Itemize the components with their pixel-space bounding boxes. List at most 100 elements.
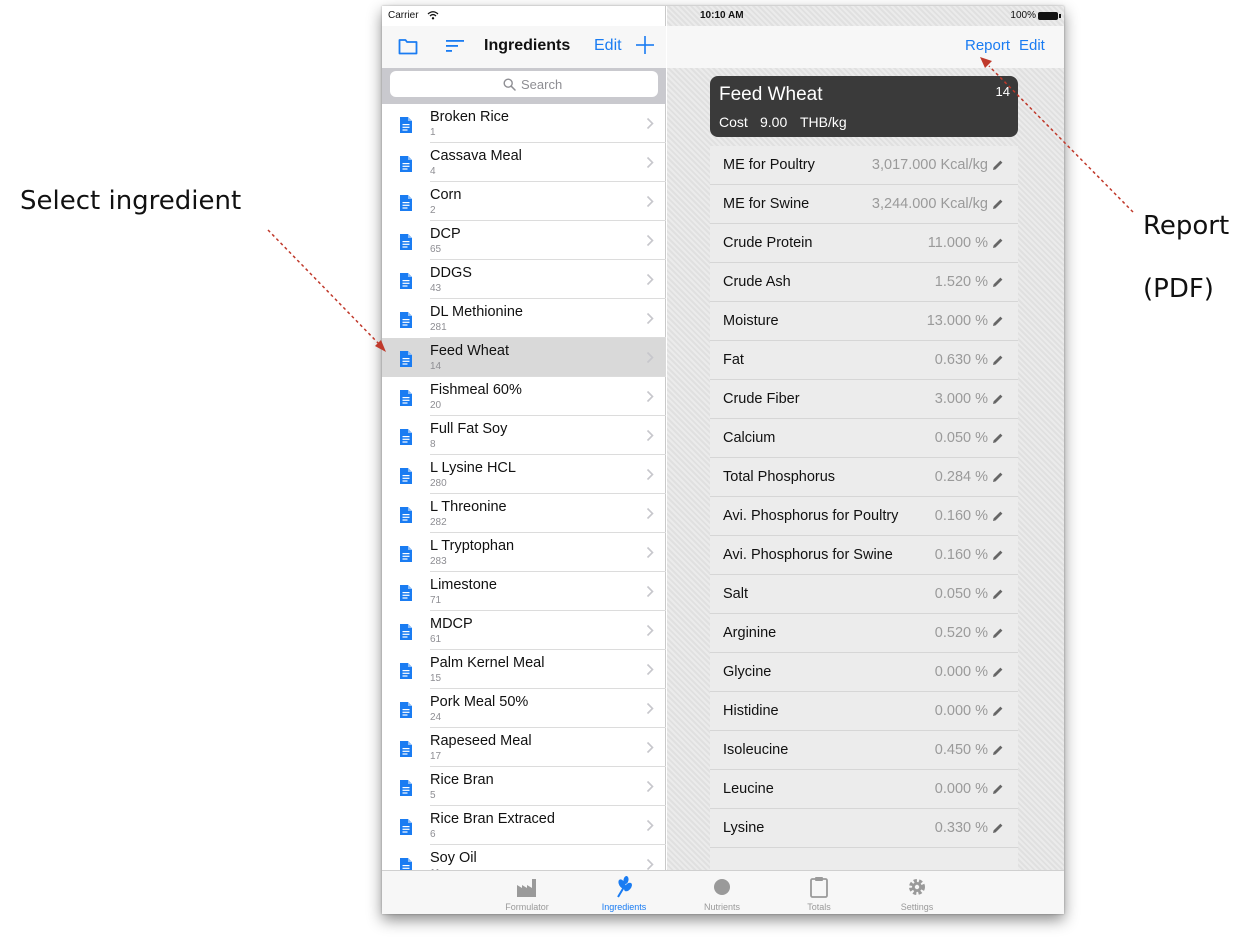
pencil-icon[interactable]	[992, 354, 1004, 366]
nutrient-row[interactable]: Salt 0.050 %	[710, 575, 1018, 614]
tab-label: Nutrients	[703, 902, 740, 912]
ingredient-row[interactable]: DDGS 43	[382, 260, 666, 299]
tab-settings[interactable]: Settings	[882, 871, 952, 914]
nutrient-row[interactable]: ME for Poultry 3,017.000 Kcal/kg	[710, 146, 1018, 185]
nutrient-row[interactable]: Arginine 0.520 %	[710, 614, 1018, 653]
nutrient-row[interactable]: Total Phosphorus 0.284 %	[710, 458, 1018, 497]
tab-nutrients[interactable]: Nutrients	[687, 871, 757, 914]
ingredient-row[interactable]: Limestone 71	[382, 572, 666, 611]
ingredient-row[interactable]: DL Methionine 281	[382, 299, 666, 338]
ingredient-row[interactable]: Broken Rice 1	[382, 104, 666, 143]
report-button[interactable]: Report	[965, 37, 1010, 54]
cost-value: 9.00	[760, 114, 788, 130]
pencil-icon[interactable]	[992, 237, 1004, 249]
ingredient-row[interactable]: Rice Bran Extraced 6	[382, 806, 666, 845]
ingredient-code: 6	[430, 829, 436, 840]
search-input[interactable]: Search	[390, 71, 658, 97]
pencil-icon[interactable]	[992, 432, 1004, 444]
ingredient-code: 1	[430, 127, 436, 138]
nutrient-row[interactable]: Fat 0.630 %	[710, 341, 1018, 380]
nutrient-row[interactable]: Histidine 0.000 %	[710, 692, 1018, 731]
pencil-icon[interactable]	[992, 744, 1004, 756]
nutrient-row[interactable]: Avi. Phosphorus for Poultry 0.160 %	[710, 497, 1018, 536]
ingredient-row[interactable]: L Lysine HCL 280	[382, 455, 666, 494]
pencil-icon[interactable]	[992, 783, 1004, 795]
ingredient-name: DCP	[430, 226, 461, 242]
ingredient-name: Broken Rice	[430, 109, 509, 125]
nutrient-row[interactable]: Glycine 0.000 %	[710, 653, 1018, 692]
ingredient-row[interactable]: L Threonine 282	[382, 494, 666, 533]
ingredient-row[interactable]: Cassava Meal 4	[382, 143, 666, 182]
nutrient-row[interactable]: Isoleucine 0.450 %	[710, 731, 1018, 770]
chevron-right-icon	[646, 468, 654, 481]
nutrient-row[interactable]: Crude Protein 11.000 %	[710, 224, 1018, 263]
detail-edit-button[interactable]: Edit	[1019, 37, 1045, 54]
pencil-icon[interactable]	[992, 510, 1004, 522]
nutrient-value: 0.450 %	[934, 742, 988, 758]
nutrient-row[interactable]: Leucine 0.000 %	[710, 770, 1018, 809]
nutrient-row[interactable]: Crude Ash 1.520 %	[710, 263, 1018, 302]
add-icon[interactable]	[634, 34, 656, 56]
tab-ingredients[interactable]: Ingredients	[589, 871, 659, 914]
nutrient-row[interactable]: ME for Swine 3,244.000 Kcal/kg	[710, 185, 1018, 224]
nutrient-value: 3,244.000 Kcal/kg	[871, 196, 988, 212]
ingredient-name: Feed Wheat	[719, 84, 823, 105]
folder-icon[interactable]	[398, 37, 418, 55]
pencil-icon[interactable]	[992, 471, 1004, 483]
pencil-icon[interactable]	[992, 276, 1004, 288]
pencil-icon[interactable]	[992, 822, 1004, 834]
ingredient-name: Fishmeal 60%	[430, 382, 522, 398]
pencil-icon[interactable]	[992, 666, 1004, 678]
pencil-icon[interactable]	[992, 627, 1004, 639]
pencil-icon[interactable]	[992, 705, 1004, 717]
nutrient-list: ME for Poultry 3,017.000 Kcal/kg ME for Sw…	[710, 146, 1018, 870]
detail-nav-bar: Report Edit	[667, 26, 1064, 68]
ingredient-row[interactable]: Fishmeal 60% 20	[382, 377, 666, 416]
pencil-icon[interactable]	[992, 315, 1004, 327]
chevron-right-icon	[646, 273, 654, 286]
ingredient-name: Rice Bran	[430, 772, 494, 788]
document-icon	[400, 429, 412, 445]
tab-formulator[interactable]: Formulator	[492, 871, 562, 914]
document-icon	[400, 780, 412, 796]
ingredient-row[interactable]: Feed Wheat 14	[382, 338, 666, 377]
ingredient-name: Full Fat Soy	[430, 421, 508, 437]
search-placeholder: Search	[521, 77, 563, 92]
ingredient-row[interactable]: L Tryptophan 283	[382, 533, 666, 572]
ingredient-row[interactable]: Corn 2	[382, 182, 666, 221]
ingredient-name: Cassava Meal	[430, 148, 522, 164]
ingredient-row[interactable]: Rice Bran 5	[382, 767, 666, 806]
ingredient-row[interactable]: Rapeseed Meal 17	[382, 728, 666, 767]
ingredient-row[interactable]: Soy Oil11	[382, 845, 666, 870]
sort-icon[interactable]	[446, 38, 464, 54]
ingredient-row[interactable]: Pork Meal 50% 24	[382, 689, 666, 728]
nutrient-row[interactable]: Calcium 0.050 %	[710, 419, 1018, 458]
ingredient-row[interactable]: DCP 65	[382, 221, 666, 260]
chevron-right-icon	[646, 663, 654, 676]
pencil-icon[interactable]	[992, 159, 1004, 171]
ingredient-row[interactable]: Palm Kernel Meal 15	[382, 650, 666, 689]
ingredient-row[interactable]: MDCP 61	[382, 611, 666, 650]
document-icon	[400, 351, 412, 367]
document-icon	[400, 273, 412, 289]
nutrient-name: Avi. Phosphorus for Swine	[723, 547, 893, 563]
tab-totals[interactable]: Totals	[784, 871, 854, 914]
pencil-icon[interactable]	[992, 198, 1004, 210]
ingredient-detail-pane: Report Edit Feed Wheat 14 Cost 9.00 THB/…	[667, 6, 1064, 914]
nutrient-name: ME for Poultry	[723, 157, 815, 173]
nutrient-row[interactable]: Lysine 0.330 %	[710, 809, 1018, 848]
nutrient-value: 1.520 %	[934, 274, 988, 290]
pencil-icon[interactable]	[992, 588, 1004, 600]
chevron-right-icon	[646, 312, 654, 325]
pencil-icon[interactable]	[992, 549, 1004, 561]
pencil-icon[interactable]	[992, 393, 1004, 405]
arrow-to-selected-row	[267, 229, 381, 346]
ingredient-name: Corn	[430, 187, 462, 203]
nutrient-row[interactable]: Crude Fiber 3.000 %	[710, 380, 1018, 419]
cost-label: Cost	[719, 114, 748, 130]
nutrient-row[interactable]: Moisture 13.000 %	[710, 302, 1018, 341]
ingredient-row[interactable]: Full Fat Soy 8	[382, 416, 666, 455]
nutrient-row[interactable]: Avi. Phosphorus for Swine 0.160 %	[710, 536, 1018, 575]
ingredient-code: 14	[430, 361, 442, 372]
sidebar-edit-button[interactable]: Edit	[594, 37, 622, 55]
